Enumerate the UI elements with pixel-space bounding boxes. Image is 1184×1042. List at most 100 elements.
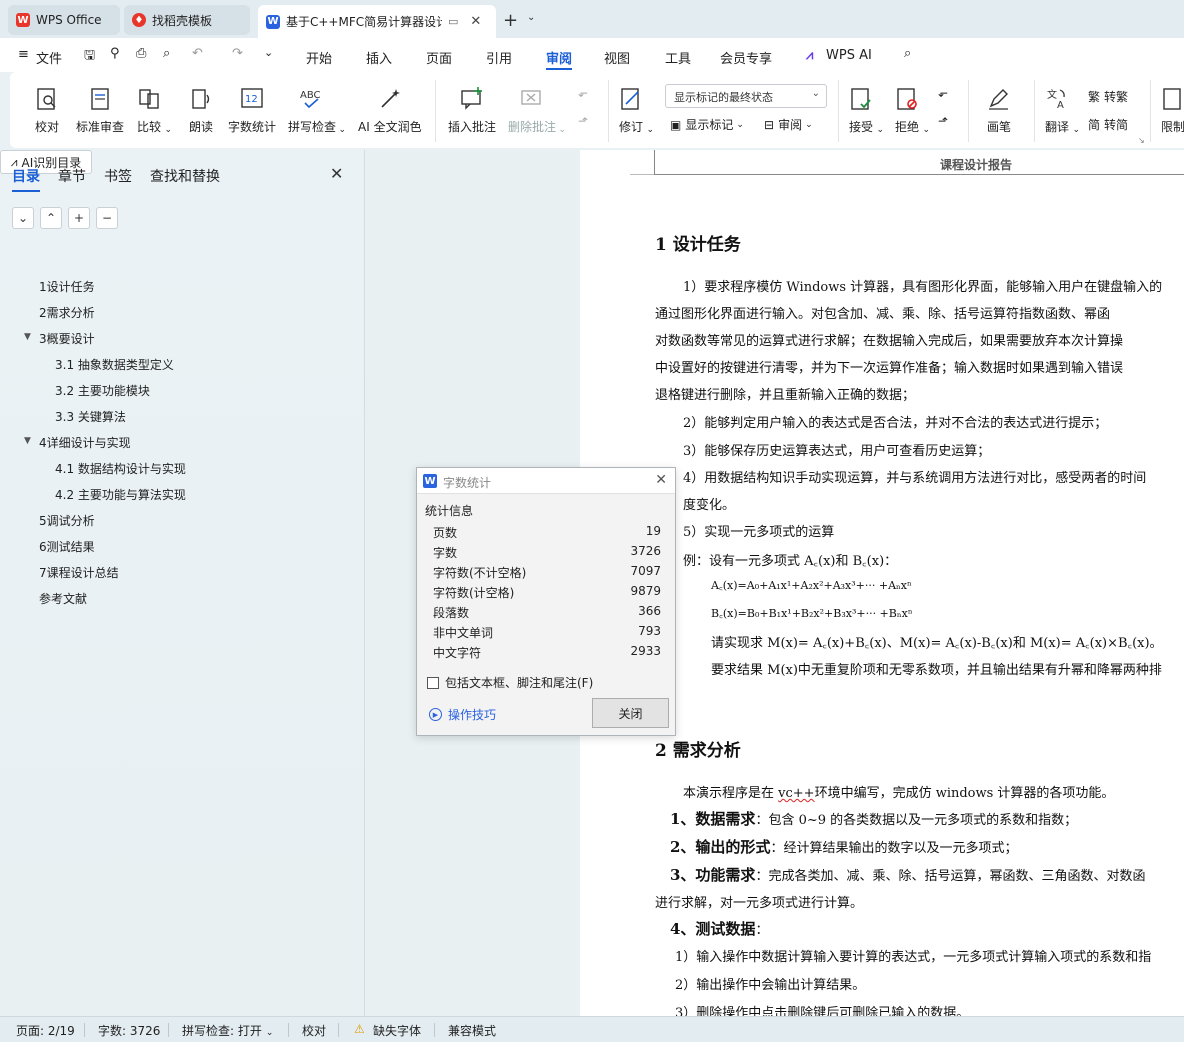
close-button[interactable]: 关闭: [592, 698, 669, 728]
toc-item[interactable]: 3概要设计: [39, 330, 95, 347]
tab-docer-templates[interactable]: ♦ 找稻壳模板: [124, 5, 250, 35]
menu-file[interactable]: 文件: [36, 48, 62, 67]
panel-tab-bookmarks[interactable]: 书签: [104, 166, 132, 186]
ribbon-separator: [968, 80, 969, 142]
review-pane-button[interactable]: ⊟ 审阅 ⌄: [764, 116, 813, 133]
monitor-icon[interactable]: ▭: [448, 15, 458, 28]
menu-member[interactable]: 会员专享: [720, 48, 772, 67]
toc-item[interactable]: 4.2 主要功能与算法实现: [55, 486, 186, 503]
menu-wps-ai[interactable]: WPS AI: [826, 48, 872, 63]
include-footnotes-checkbox[interactable]: 包括文本框、脚注和尾注(F): [427, 674, 593, 691]
show-markup-button[interactable]: ▣ 显示标记 ⌄: [670, 116, 744, 133]
dialog-title-bar[interactable]: W 字数统计 ✕: [417, 468, 675, 494]
word-count-icon: 12: [241, 88, 263, 108]
delete-comment-button[interactable]: 删除批注 ⌄: [508, 86, 566, 135]
reject-button[interactable]: 拒绝 ⌄: [894, 86, 930, 135]
paragraph-line: 通过图形化界面进行输入。对包含加、减、乘、除、括号运算符指数函数、幂函: [655, 307, 1111, 322]
toc-item[interactable]: 4详细设计与实现: [39, 434, 131, 451]
close-tab-icon[interactable]: ✕: [470, 14, 481, 29]
next-comment-icon[interactable]: ⬏: [578, 114, 588, 128]
menu-view[interactable]: 视图: [604, 48, 630, 67]
read-aloud-button[interactable]: 朗读: [188, 86, 214, 135]
translate-button[interactable]: 文A 翻译 ⌄: [1044, 86, 1080, 135]
toc-item[interactable]: 参考文献: [39, 590, 87, 607]
menu-start[interactable]: 开始: [306, 48, 332, 67]
navigation-panel: 目录 章节 书签 查找和替换 ✕ ⌄ ⌃ + − ⩘ AI识别目录 1设计任务 2…: [0, 150, 363, 1016]
tab-document[interactable]: W 基于C++MFC简易计算器设计 ▭ ✕: [258, 5, 496, 38]
to-traditional-button[interactable]: 繁转繁: [1088, 88, 1128, 105]
toc-item[interactable]: 7课程设计总结: [39, 564, 119, 581]
stat-row: 字数 3726: [433, 544, 661, 560]
compare-button[interactable]: 比较 ⌄: [136, 86, 172, 135]
paragraph-line: 进行求解，对一元多项式进行计算。: [655, 896, 864, 911]
menu-tools[interactable]: 工具: [665, 48, 691, 67]
toc-item[interactable]: 4.1 数据结构设计与实现: [55, 460, 186, 477]
page-indicator[interactable]: 页面: 2/19: [16, 1022, 75, 1039]
new-tab-icon[interactable]: +: [503, 10, 518, 31]
word-count-indicator[interactable]: 字数: 3726: [98, 1022, 160, 1039]
expand-all-icon[interactable]: ⌄: [12, 207, 34, 229]
chevron-down-icon: ⌄: [811, 88, 820, 99]
active-tab-indicator: [12, 190, 40, 192]
ribbon-review: 校对 标准审查 比较 ⌄ 朗读 12 字数统计 ABC 拼写检查 ⌄ AI 全文润色…: [10, 72, 1184, 148]
panel-tab-sections[interactable]: 章节: [58, 166, 86, 186]
markup-display-select[interactable]: 显示标记的最终状态 ⌄: [665, 84, 827, 108]
status-bar: 页面: 2/19 字数: 3726 拼写检查: 打开 ⌄ 校对 ⚠ 缺失字体 兼容…: [0, 1016, 1184, 1042]
caret-down-icon[interactable]: ▼: [24, 332, 31, 342]
standard-review-button[interactable]: 标准审查: [76, 86, 124, 135]
chevron-down-icon[interactable]: ⌄: [264, 46, 273, 59]
toc-item[interactable]: 3.1 抽象数据类型定义: [55, 356, 174, 373]
next-change-icon[interactable]: ⬏: [938, 114, 948, 128]
undo-icon[interactable]: ↶: [192, 46, 203, 61]
toc-item[interactable]: 6测试结果: [39, 538, 95, 555]
prev-comment-icon[interactable]: ⬐: [578, 86, 588, 100]
chevron-down-icon[interactable]: ⌄: [527, 12, 535, 23]
print-icon[interactable]: ⎙: [136, 46, 146, 61]
caret-down-icon[interactable]: ▼: [24, 436, 31, 446]
menu-references[interactable]: 引用: [486, 48, 512, 67]
spell-check-button[interactable]: ABC 拼写检查 ⌄: [288, 86, 346, 135]
panel-tab-find-replace[interactable]: 查找和替换: [150, 166, 220, 186]
menu-review[interactable]: 审阅: [546, 48, 572, 67]
panel-tab-toc[interactable]: 目录: [12, 166, 40, 186]
restrict-editing-button[interactable]: 限制: [1160, 86, 1184, 135]
menu-page[interactable]: 页面: [426, 48, 452, 67]
checkbox-box[interactable]: [427, 676, 439, 689]
close-icon[interactable]: ✕: [330, 164, 343, 183]
remove-heading-icon[interactable]: −: [96, 207, 118, 229]
toc-item[interactable]: 3.3 关键算法: [55, 408, 126, 425]
tips-link[interactable]: ▶ 操作技巧: [429, 706, 496, 723]
menu-insert[interactable]: 插入: [366, 48, 392, 67]
search-icon[interactable]: ⌕: [904, 46, 911, 61]
spell-check-toggle[interactable]: 拼写检查: 打开 ⌄: [182, 1022, 273, 1039]
magic-wand-icon: [381, 89, 400, 108]
ai-polish-button[interactable]: AI 全文润色: [358, 86, 422, 135]
print-preview-icon[interactable]: ⌕: [163, 46, 170, 61]
missing-font-status[interactable]: 缺失字体: [373, 1022, 421, 1039]
header-rule: [654, 150, 655, 175]
redo-icon[interactable]: ↷: [232, 46, 243, 61]
expand-group-icon[interactable]: ↘: [1138, 136, 1145, 145]
insert-comment-button[interactable]: 插入批注: [448, 86, 496, 135]
prev-change-icon[interactable]: ⬐: [938, 86, 948, 100]
proofread-status[interactable]: 校对: [302, 1022, 326, 1039]
reject-icon: [897, 88, 917, 110]
share-icon[interactable]: ⚲: [110, 46, 120, 61]
add-heading-icon[interactable]: +: [68, 207, 90, 229]
word-count-button[interactable]: 12 字数统计: [228, 86, 276, 135]
hamburger-icon[interactable]: ≡: [18, 47, 29, 62]
pen-button[interactable]: 画笔: [986, 86, 1012, 135]
toc-item[interactable]: 2需求分析: [39, 304, 95, 321]
toc-item[interactable]: 5调试分析: [39, 512, 95, 529]
collapse-icon[interactable]: ⌃: [40, 207, 62, 229]
to-simplified-button[interactable]: 简转简: [1088, 116, 1128, 133]
tab-wps-office[interactable]: W WPS Office: [8, 5, 120, 35]
track-changes-button[interactable]: 修订 ⌄: [618, 86, 654, 135]
toc-item[interactable]: 1设计任务: [39, 278, 95, 295]
accept-button[interactable]: 接受 ⌄: [848, 86, 884, 135]
close-icon[interactable]: ✕: [655, 472, 667, 488]
save-icon[interactable]: 🖫: [84, 46, 95, 68]
docer-icon: ♦: [132, 13, 146, 27]
toc-item[interactable]: 3.2 主要功能模块: [55, 382, 150, 399]
proofread-button[interactable]: 校对: [34, 86, 60, 135]
